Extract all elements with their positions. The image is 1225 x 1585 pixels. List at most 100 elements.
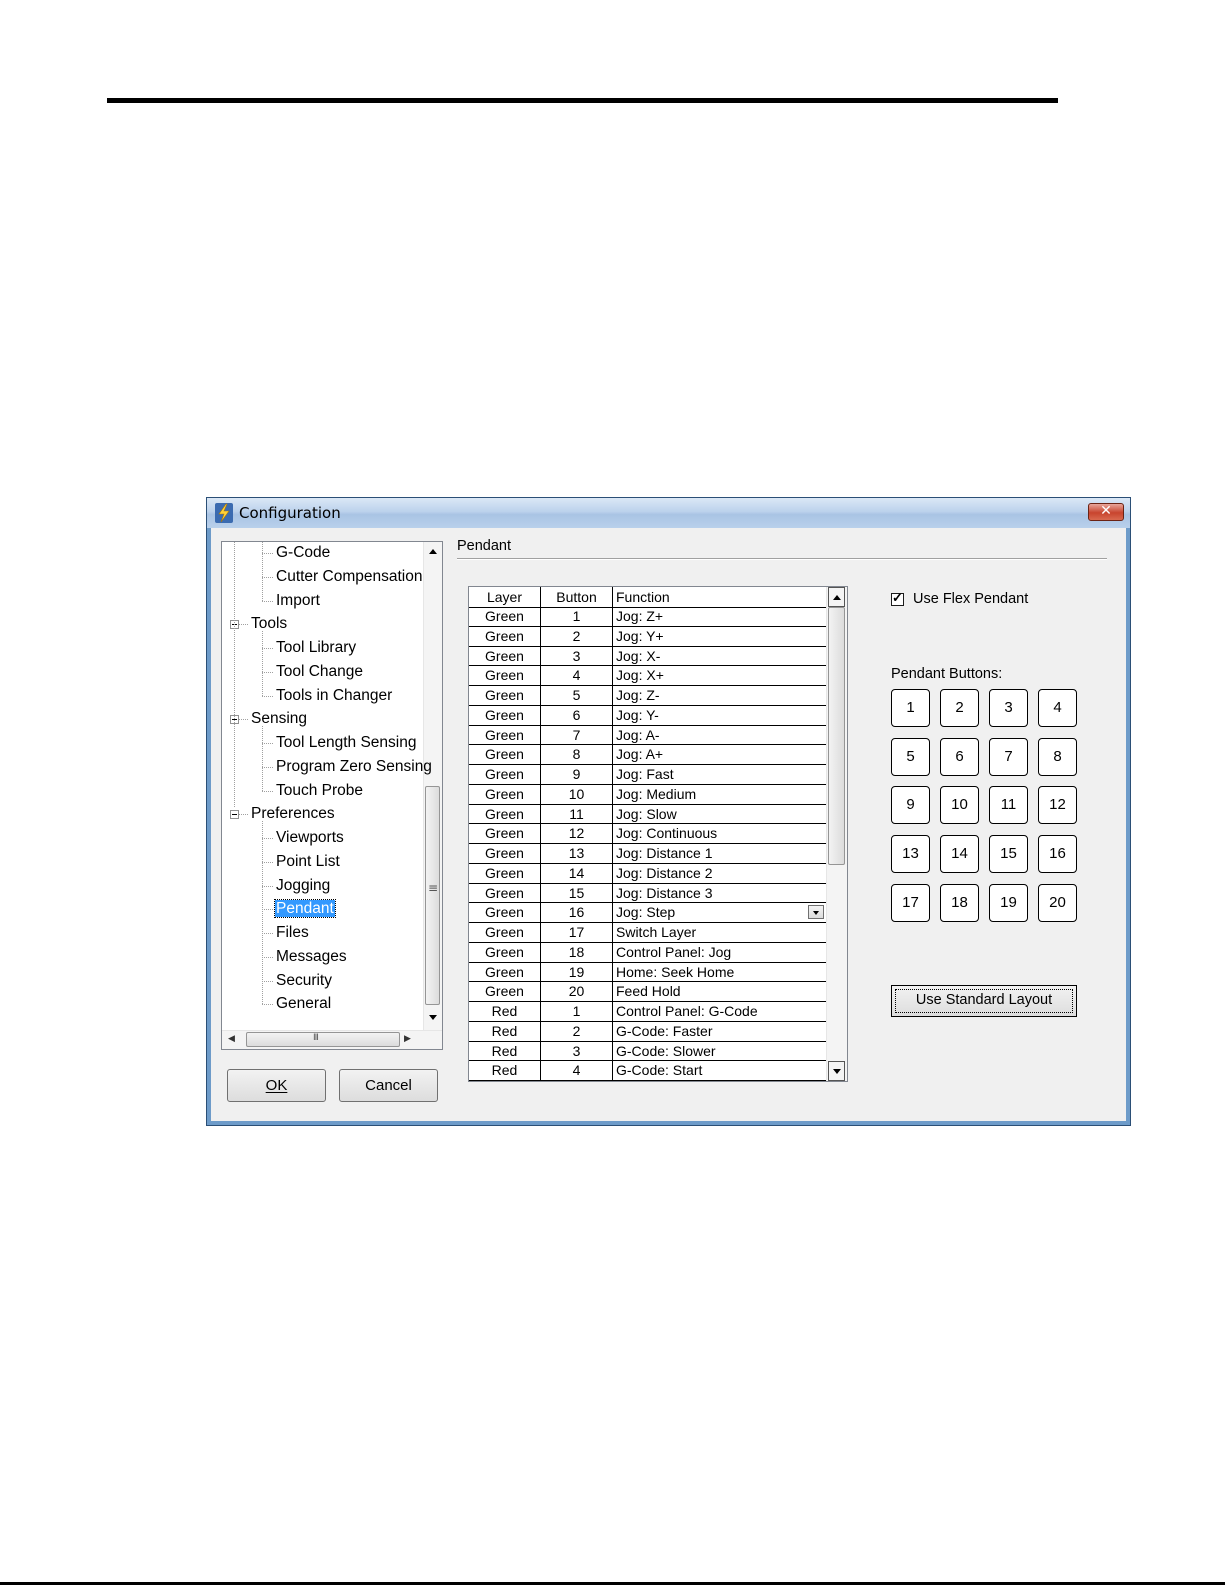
tree-item[interactable]: Viewports [275,827,345,849]
tree-item[interactable]: Program Zero Sensing [275,756,433,778]
pendant-button[interactable]: 5 [891,737,930,776]
table-row[interactable]: Green 12 Jog: Continuous [469,824,827,844]
pendant-button[interactable]: 20 [1038,883,1077,922]
function-cell[interactable]: Jog: Fast [613,765,827,784]
table-row[interactable]: Green 18 Control Panel: Jog [469,942,827,963]
button-cell[interactable]: 11 [541,804,613,824]
function-cell[interactable]: Switch Layer [613,923,827,942]
pendant-button[interactable]: 15 [989,835,1028,874]
layer-cell[interactable]: Green [469,883,541,903]
button-cell[interactable]: 16 [541,903,613,923]
pendant-button[interactable]: 1 [891,689,930,727]
button-cell[interactable]: 17 [541,923,613,942]
function-cell[interactable]: Control Panel: G-Code [613,1002,827,1021]
ok-button[interactable]: OK [227,1069,326,1102]
button-cell[interactable]: 19 [541,962,613,982]
button-cell[interactable]: 7 [541,725,613,745]
button-cell[interactable]: 3 [541,1041,613,1061]
tree-horizontal-scrollbar[interactable]: ◀ ▶ [222,1030,442,1049]
tree-item[interactable]: Sensing [250,708,308,730]
tree-scroll-up-arrow-icon[interactable] [425,542,442,561]
function-cell[interactable]: Jog: Distance 1 [613,844,827,863]
button-cell[interactable]: 2 [541,626,613,646]
pendant-button[interactable]: 10 [940,786,979,825]
column-header-function[interactable]: Function [613,587,827,607]
function-cell[interactable]: Home: Seek Home [613,962,827,982]
table-row[interactable]: Red 1 Control Panel: G-Code [469,1002,827,1022]
tree-item[interactable]: Tool Change [275,661,364,683]
button-cell[interactable]: 1 [541,607,613,626]
layer-cell[interactable]: Green [469,646,541,666]
tree-scroll-right-arrow-icon[interactable]: ▶ [404,1034,411,1044]
tree-item[interactable]: Touch Probe [275,780,364,802]
button-cell[interactable]: 1 [541,1002,613,1021]
use-standard-layout-button[interactable]: Use Standard Layout [891,985,1077,1017]
tree-vertical-scrollbar[interactable] [423,542,442,1031]
function-cell[interactable]: Feed Hold [613,982,827,1002]
function-cell[interactable]: Jog: A- [613,725,827,745]
tree-scroll-down-arrow-icon[interactable] [425,1008,442,1027]
layer-cell[interactable]: Green [469,666,541,686]
layer-cell[interactable]: Green [469,804,541,824]
pendant-button[interactable]: 2 [940,689,979,727]
layer-cell[interactable]: Red [469,1061,541,1081]
layer-cell[interactable]: Green [469,844,541,863]
function-cell[interactable]: Jog: Slow [613,804,827,824]
layer-cell[interactable]: Red [469,1021,541,1041]
button-cell[interactable]: 10 [541,784,613,804]
tree-item[interactable]: Tool Length Sensing [275,732,417,754]
function-cell[interactable]: Jog: Z+ [613,607,827,626]
table-row[interactable]: Green 4 Jog: X+ [469,666,827,686]
tree-item[interactable]: G-Code [275,542,331,564]
function-cell[interactable]: G-Code: Start [613,1061,827,1081]
button-cell[interactable]: 15 [541,883,613,903]
pendant-button[interactable]: 7 [989,737,1028,776]
function-cell[interactable]: Jog: Medium [613,784,827,804]
function-cell[interactable]: Jog: Step [613,903,827,923]
tree-item[interactable]: Import [275,590,321,612]
tree-item[interactable]: Cutter Compensation [275,566,423,588]
function-cell[interactable]: Jog: X+ [613,666,827,686]
layer-cell[interactable]: Green [469,765,541,784]
layer-cell[interactable]: Green [469,863,541,883]
layer-cell[interactable]: Green [469,903,541,923]
layer-cell[interactable]: Green [469,686,541,705]
layer-cell[interactable]: Green [469,705,541,725]
pendant-button[interactable]: 9 [891,786,930,825]
table-row[interactable]: Green 6 Jog: Y- [469,705,827,726]
pendant-button[interactable]: 12 [1038,786,1077,825]
table-row[interactable]: Green 11 Jog: Slow [469,804,827,825]
pendant-button[interactable]: 16 [1038,835,1077,874]
grid-scroll-down-arrow-icon[interactable] [828,1061,845,1081]
layer-cell[interactable]: Green [469,923,541,942]
table-row[interactable]: Green 17 Switch Layer [469,923,827,943]
table-row[interactable]: Green 15 Jog: Distance 3 [469,883,827,904]
function-cell[interactable]: Jog: Z- [613,686,827,705]
dropdown-arrow-icon[interactable] [808,905,824,920]
column-header-button[interactable]: Button [541,587,613,607]
tree-scroll-thumb[interactable] [425,786,440,1005]
function-cell[interactable]: Jog: A+ [613,745,827,765]
function-cell[interactable]: Jog: Y- [613,705,827,725]
tree-item[interactable]: Tool Library [275,637,357,659]
table-row[interactable]: Green 2 Jog: Y+ [469,626,827,647]
table-row[interactable]: Green 14 Jog: Distance 2 [469,863,827,884]
button-cell[interactable]: 6 [541,705,613,725]
pendant-button[interactable]: 11 [989,786,1028,825]
button-cell[interactable]: 8 [541,745,613,765]
button-cell[interactable]: 20 [541,982,613,1002]
function-cell[interactable]: Jog: X- [613,646,827,666]
button-cell[interactable]: 4 [541,1061,613,1081]
table-row[interactable]: Green 5 Jog: Z- [469,686,827,706]
function-cell[interactable]: Jog: Distance 3 [613,883,827,903]
layer-cell[interactable]: Green [469,725,541,745]
layer-cell[interactable]: Red [469,1002,541,1021]
grid-scroll-up-arrow-icon[interactable] [828,587,845,607]
layer-cell[interactable]: Green [469,824,541,844]
pendant-button[interactable]: 17 [891,883,930,922]
layer-cell[interactable]: Green [469,745,541,765]
pendant-button[interactable]: 4 [1038,689,1077,727]
button-cell[interactable]: 18 [541,942,613,962]
pendant-mapping-grid[interactable]: Layer Button Function Green 1 Jog: Z+ Green… [468,586,848,1082]
tree-item[interactable]: Messages [275,946,348,968]
